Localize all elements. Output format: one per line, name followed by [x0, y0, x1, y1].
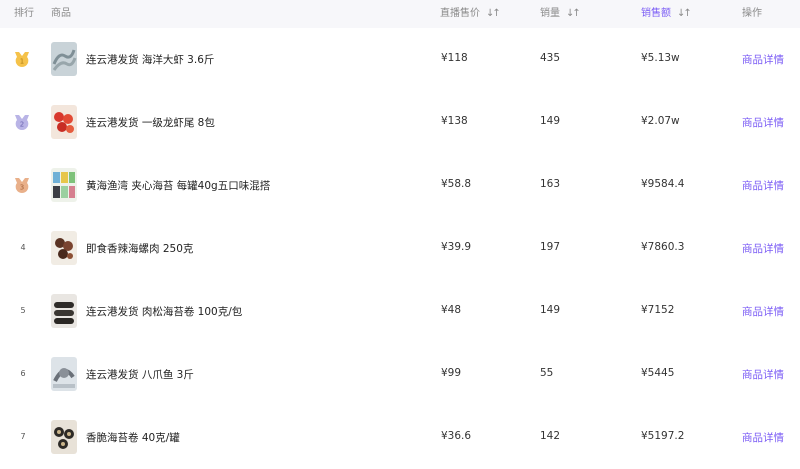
header-action: 操作	[742, 8, 762, 19]
product-detail-link[interactable]: 商品详情	[742, 304, 784, 319]
sort-icon[interactable]: ↓↑	[486, 0, 501, 28]
sort-icon[interactable]: ↓↑	[677, 0, 692, 28]
product-price: ¥99	[441, 367, 462, 379]
product-price: ¥118	[441, 52, 468, 64]
table-row: 1 连云港发货 海洋大虾 3.6斤 ¥118 435 ¥5.13w 商品详情	[0, 28, 800, 91]
table-row: 7 香脆海苔卷 40克/罐 ¥36.6 142 ¥5197.2 商品详情	[0, 406, 800, 469]
product-qty: 142	[540, 430, 561, 442]
product-name[interactable]: 连云港发货 肉松海苔卷 100克/包	[86, 304, 242, 319]
product-thumbnail[interactable]	[51, 42, 77, 76]
svg-text:3: 3	[20, 184, 24, 192]
product-qty: 435	[540, 52, 561, 64]
bronze-medal-icon: 3	[12, 175, 32, 195]
product-sales: ¥7152	[641, 304, 675, 316]
product-detail-link[interactable]: 商品详情	[742, 367, 784, 382]
product-thumbnail[interactable]	[51, 168, 77, 202]
header-qty[interactable]: 销量 ↓↑	[540, 0, 581, 28]
svg-text:2: 2	[20, 121, 24, 129]
product-name[interactable]: 黄海渔湾 夹心海苔 每罐40g五口味混搭	[86, 178, 270, 193]
product-qty: 197	[540, 241, 561, 253]
header-price-label: 直播售价	[440, 8, 480, 19]
product-name[interactable]: 即食香辣海螺肉 250克	[86, 241, 193, 256]
product-detail-link[interactable]: 商品详情	[742, 241, 784, 256]
product-detail-link[interactable]: 商品详情	[742, 430, 784, 445]
sort-icon[interactable]: ↓↑	[566, 0, 581, 28]
product-name[interactable]: 连云港发货 八爪鱼 3斤	[86, 367, 194, 382]
product-price: ¥138	[441, 115, 468, 127]
product-thumbnail[interactable]	[51, 105, 77, 139]
product-price: ¥36.6	[441, 430, 472, 442]
product-thumbnail[interactable]	[51, 357, 77, 391]
rank-number: 4	[20, 243, 26, 252]
product-thumbnail[interactable]	[51, 231, 77, 265]
product-qty: 149	[540, 115, 561, 127]
header-price[interactable]: 直播售价 ↓↑	[440, 0, 501, 28]
product-sales: ¥5445	[641, 367, 675, 379]
product-name[interactable]: 香脆海苔卷 40克/罐	[86, 430, 180, 445]
rank-number: 7	[20, 432, 26, 441]
rank-number: 6	[20, 369, 26, 378]
table-row: 4 即食香辣海螺肉 250克 ¥39.9 197 ¥7860.3 商品详情	[0, 217, 800, 280]
product-sales: ¥9584.4	[641, 178, 685, 190]
product-qty: 163	[540, 178, 561, 190]
product-sales: ¥5197.2	[641, 430, 685, 442]
product-qty: 149	[540, 304, 561, 316]
product-qty: 55	[540, 367, 554, 379]
table-row: 3 黄海渔湾 夹心海苔 每罐40g五口味混搭 ¥58.8 163 ¥9584.4 商品详情	[0, 154, 800, 217]
product-price: ¥48	[441, 304, 462, 316]
product-sales: ¥7860.3	[641, 241, 685, 253]
product-price: ¥39.9	[441, 241, 472, 253]
product-price: ¥58.8	[441, 178, 472, 190]
product-detail-link[interactable]: 商品详情	[742, 52, 784, 67]
header-qty-label: 销量	[540, 8, 560, 19]
header-sales-label: 销售额	[641, 8, 671, 19]
silver-medal-icon: 2	[12, 112, 32, 132]
header-sales[interactable]: 销售额 ↓↑	[641, 0, 692, 28]
product-name[interactable]: 连云港发货 一级龙虾尾 8包	[86, 115, 215, 130]
product-name[interactable]: 连云港发货 海洋大虾 3.6斤	[86, 52, 214, 67]
rank-number: 5	[20, 306, 26, 315]
table-row: 2 连云港发货 一级龙虾尾 8包 ¥138 149 ¥2.07w 商品详情	[0, 91, 800, 154]
product-detail-link[interactable]: 商品详情	[742, 178, 784, 193]
product-sales: ¥5.13w	[641, 52, 680, 64]
table-header: 排行 商品 直播售价 ↓↑ 销量 ↓↑ 销售额 ↓↑ 操作	[0, 0, 800, 28]
product-detail-link[interactable]: 商品详情	[742, 115, 784, 130]
product-sales: ¥2.07w	[641, 115, 680, 127]
gold-medal-icon: 1	[12, 49, 32, 69]
header-rank: 排行	[14, 8, 34, 19]
table-row: 5 连云港发货 肉松海苔卷 100克/包 ¥48 149 ¥7152 商品详情	[0, 280, 800, 343]
header-product: 商品	[51, 8, 71, 19]
table-row: 6 连云港发货 八爪鱼 3斤 ¥99 55 ¥5445 商品详情	[0, 343, 800, 406]
svg-text:1: 1	[20, 58, 24, 66]
product-thumbnail[interactable]	[51, 294, 77, 328]
product-thumbnail[interactable]	[51, 420, 77, 454]
